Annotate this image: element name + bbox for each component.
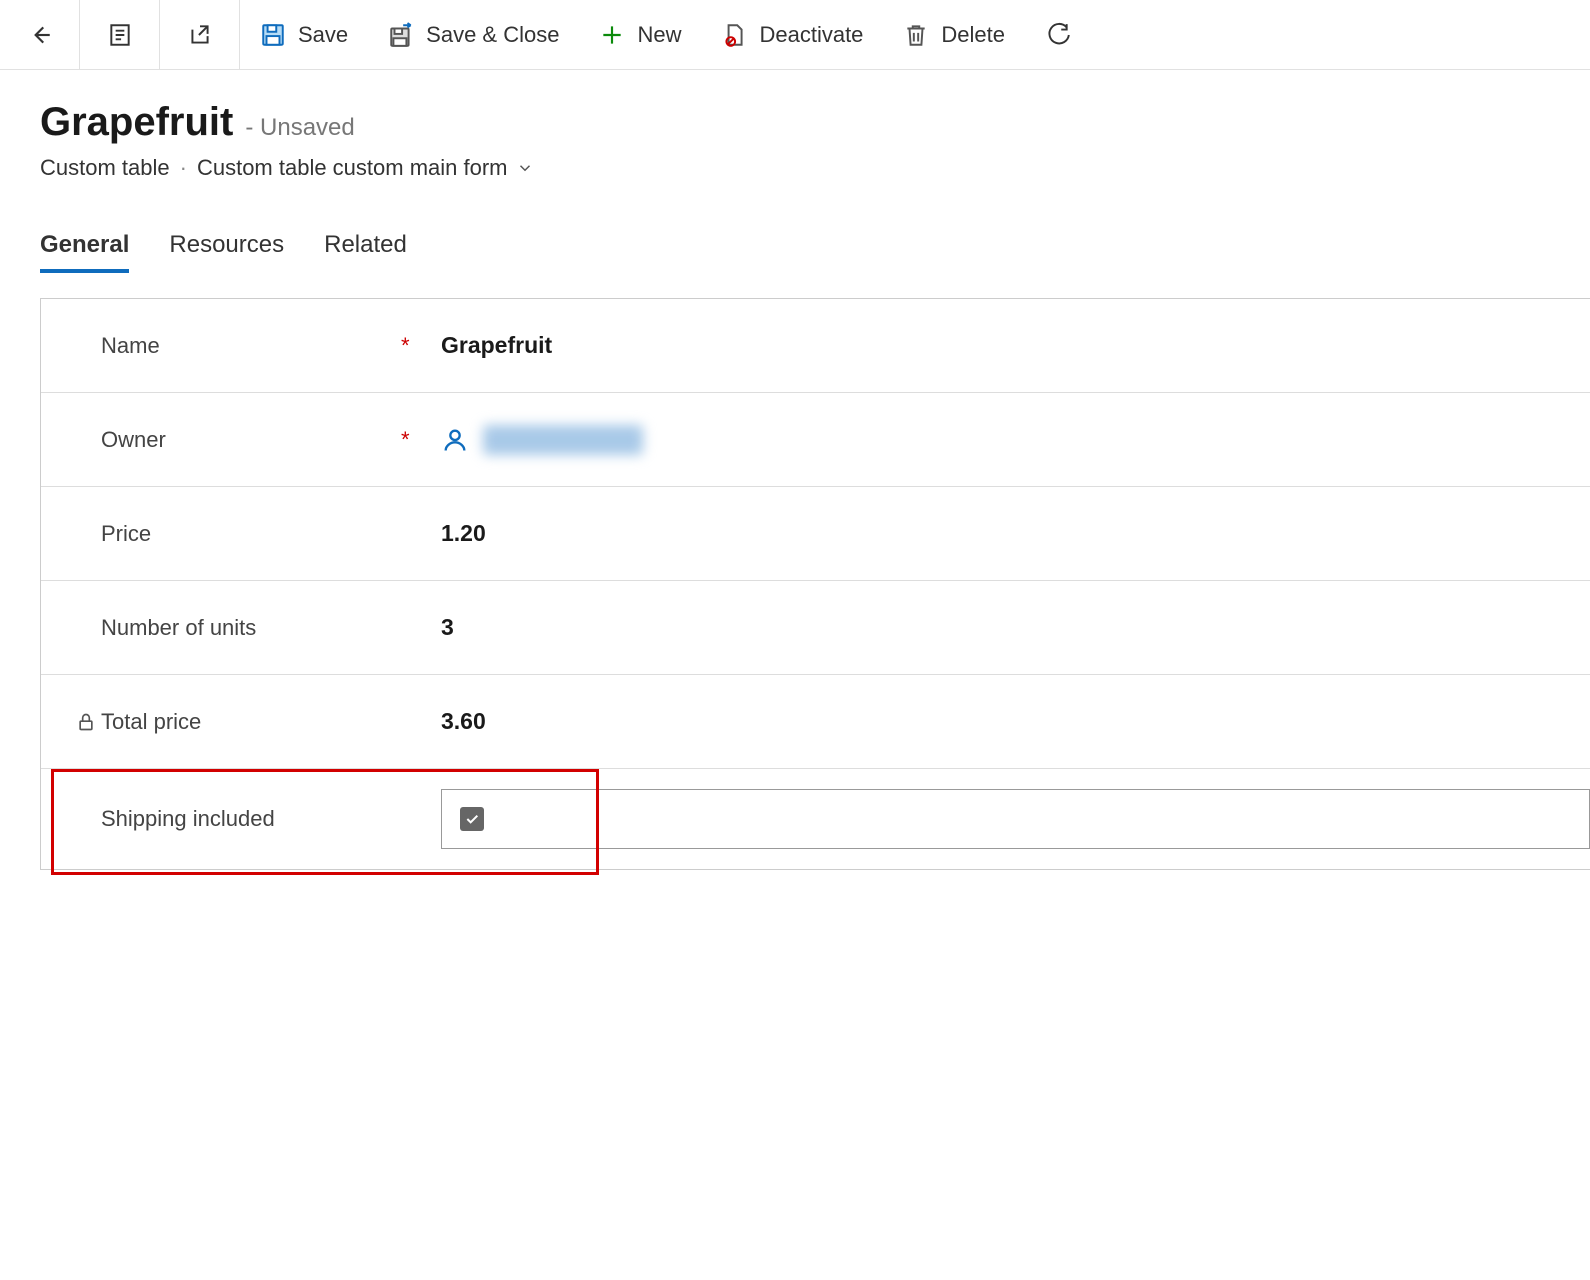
field-label-owner: Owner <box>101 427 401 453</box>
field-shipping-included[interactable]: Shipping included <box>41 769 1590 869</box>
field-owner[interactable]: Owner * <box>41 393 1590 487</box>
delete-button[interactable]: Delete <box>883 0 1025 70</box>
shipping-checkbox-container[interactable] <box>441 789 1590 849</box>
record-title: Grapefruit <box>40 100 233 145</box>
trash-icon <box>903 22 929 48</box>
save-close-label: Save & Close <box>426 22 559 48</box>
field-value-owner[interactable] <box>441 425 1590 455</box>
form-selector[interactable]: Custom table custom main form <box>197 155 534 181</box>
deactivate-label: Deactivate <box>759 22 863 48</box>
field-units[interactable]: Number of units 3 <box>41 581 1590 675</box>
field-value-price[interactable]: 1.20 <box>441 520 1590 547</box>
field-price[interactable]: Price 1.20 <box>41 487 1590 581</box>
form-tabs: General Resources Related <box>0 191 1590 273</box>
field-total-price: Total price 3.60 <box>41 675 1590 769</box>
popout-icon <box>187 22 213 48</box>
shipping-checkbox[interactable] <box>460 807 484 831</box>
tab-related[interactable]: Related <box>324 231 407 273</box>
separator-dot: · <box>180 155 187 181</box>
record-status: - Unsaved <box>245 114 354 142</box>
tab-general[interactable]: General <box>40 231 129 273</box>
required-marker: * <box>401 427 441 453</box>
deactivate-icon <box>721 22 747 48</box>
field-label-units: Number of units <box>101 615 401 641</box>
chevron-down-icon <box>516 159 534 177</box>
plus-icon <box>599 22 625 48</box>
list-icon <box>107 22 133 48</box>
required-marker: * <box>401 333 441 359</box>
refresh-icon <box>1045 22 1071 48</box>
field-value-name[interactable]: Grapefruit <box>441 332 1590 359</box>
entity-name: Custom table <box>40 155 170 181</box>
check-icon <box>464 811 480 827</box>
record-header: Grapefruit - Unsaved Custom table · Cust… <box>0 70 1590 191</box>
field-name[interactable]: Name * Grapefruit <box>41 299 1590 393</box>
field-value-units[interactable]: 3 <box>441 614 1590 641</box>
delete-label: Delete <box>941 22 1005 48</box>
save-icon <box>260 22 286 48</box>
save-close-button[interactable]: Save & Close <box>368 0 579 70</box>
deactivate-button[interactable]: Deactivate <box>701 0 883 70</box>
form-name: Custom table custom main form <box>197 155 508 181</box>
save-close-icon <box>388 22 414 48</box>
tab-resources[interactable]: Resources <box>169 231 284 273</box>
field-label-total: Total price <box>101 709 401 735</box>
refresh-button[interactable] <box>1025 0 1091 70</box>
lock-icon <box>76 712 96 732</box>
field-label-price: Price <box>101 521 401 547</box>
field-label-shipping: Shipping included <box>101 806 401 832</box>
list-view-button[interactable] <box>80 0 160 70</box>
save-button[interactable]: Save <box>240 0 368 70</box>
owner-value-redacted <box>483 425 643 455</box>
field-value-total: 3.60 <box>441 708 1590 735</box>
popout-button[interactable] <box>160 0 240 70</box>
save-label: Save <box>298 22 348 48</box>
new-label: New <box>637 22 681 48</box>
command-bar: Save Save & Close New Deactivate Delete <box>0 0 1590 70</box>
back-button[interactable] <box>0 0 80 70</box>
new-button[interactable]: New <box>579 0 701 70</box>
person-icon <box>441 426 469 454</box>
form-panel: Name * Grapefruit Owner * Price 1.20 Num… <box>40 298 1590 870</box>
back-arrow-icon <box>27 22 53 48</box>
field-label-name: Name <box>101 333 401 359</box>
